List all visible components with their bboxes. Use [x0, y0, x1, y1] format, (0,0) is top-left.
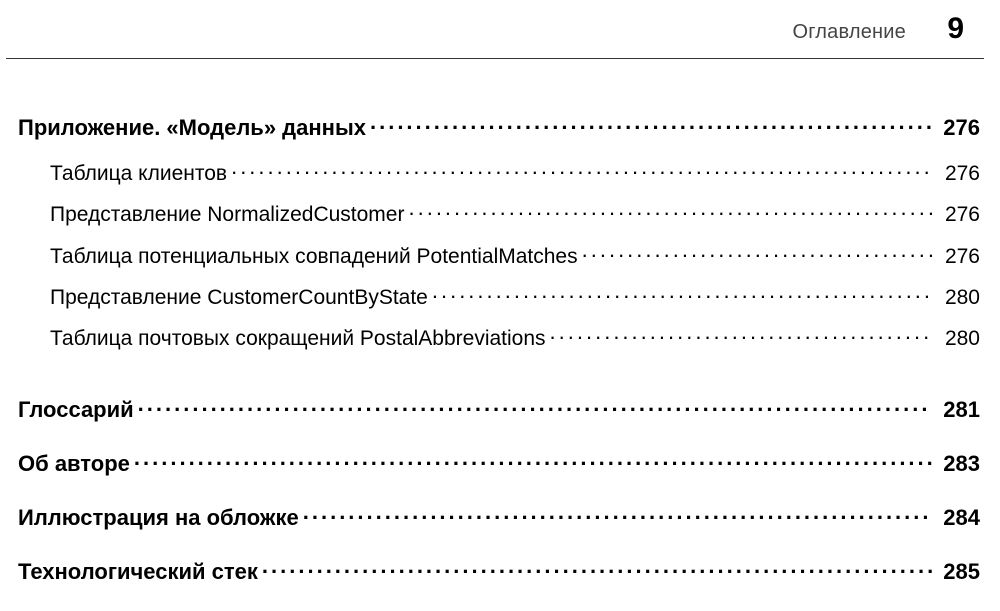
toc-item-title: Представление CustomerCountByState: [50, 286, 432, 310]
header-label: Оглавление: [792, 21, 906, 44]
toc-leader: [262, 560, 932, 579]
running-header: Оглавление 9: [6, 0, 984, 59]
toc-leader: [134, 452, 932, 471]
toc-item-title: Таблица почтовых сокращений PostalAbbrev…: [50, 327, 550, 351]
toc-section-page: 281: [932, 397, 980, 423]
toc-item: Таблица клиентов 276: [18, 161, 980, 186]
toc-leader: [432, 285, 932, 304]
toc-section-page: 284: [932, 505, 980, 531]
toc-section-page: 285: [932, 559, 980, 585]
toc-section-title: Технологический стек: [18, 559, 262, 585]
toc-section-title: Приложение. «Модель» данных: [18, 115, 370, 141]
toc-leader: [138, 398, 932, 417]
toc-item-page: 276: [932, 162, 980, 186]
toc-leader: [408, 202, 932, 221]
toc-item: Представление CustomerCountByState 280: [18, 285, 980, 310]
toc-item-page: 280: [932, 327, 980, 351]
toc-section: Иллюстрация на обложке 284: [18, 505, 980, 531]
toc-section-page: 276: [932, 115, 980, 141]
toc-section-title: Об авторе: [18, 451, 134, 477]
toc-leader: [550, 326, 932, 345]
toc-item-title: Таблица клиентов: [50, 162, 231, 186]
page-root: Оглавление 9 Приложение. «Модель» данных…: [0, 0, 1000, 611]
toc-leader: [582, 243, 932, 262]
toc-section-title: Глоссарий: [18, 397, 138, 423]
toc-item-title: Представление NormalizedCustomer: [50, 203, 408, 227]
toc-item-page: 280: [932, 286, 980, 310]
toc-item: Таблица почтовых сокращений PostalAbbrev…: [18, 326, 980, 351]
toc-section: Технологический стек 285: [18, 559, 980, 585]
toc-leader: [303, 506, 932, 525]
toc-section: Приложение. «Модель» данных 276: [18, 115, 980, 141]
toc-item-page: 276: [932, 245, 980, 269]
toc-section: Глоссарий 281: [18, 397, 980, 423]
toc-item-title: Таблица потенциальных совпадений Potenti…: [50, 245, 582, 269]
toc-item: Представление NormalizedCustomer 276: [18, 202, 980, 227]
toc-leader: [231, 161, 932, 180]
toc-section: Об авторе 283: [18, 451, 980, 477]
toc-leader: [370, 116, 932, 135]
spacer: [18, 367, 980, 397]
table-of-contents: Приложение. «Модель» данных 276 Таблица …: [0, 59, 1000, 585]
toc-section-title: Иллюстрация на обложке: [18, 505, 303, 531]
toc-item: Таблица потенциальных совпадений Potenti…: [18, 243, 980, 268]
toc-item-page: 276: [932, 203, 980, 227]
header-page-number: 9: [940, 12, 964, 46]
toc-section-page: 283: [932, 451, 980, 477]
